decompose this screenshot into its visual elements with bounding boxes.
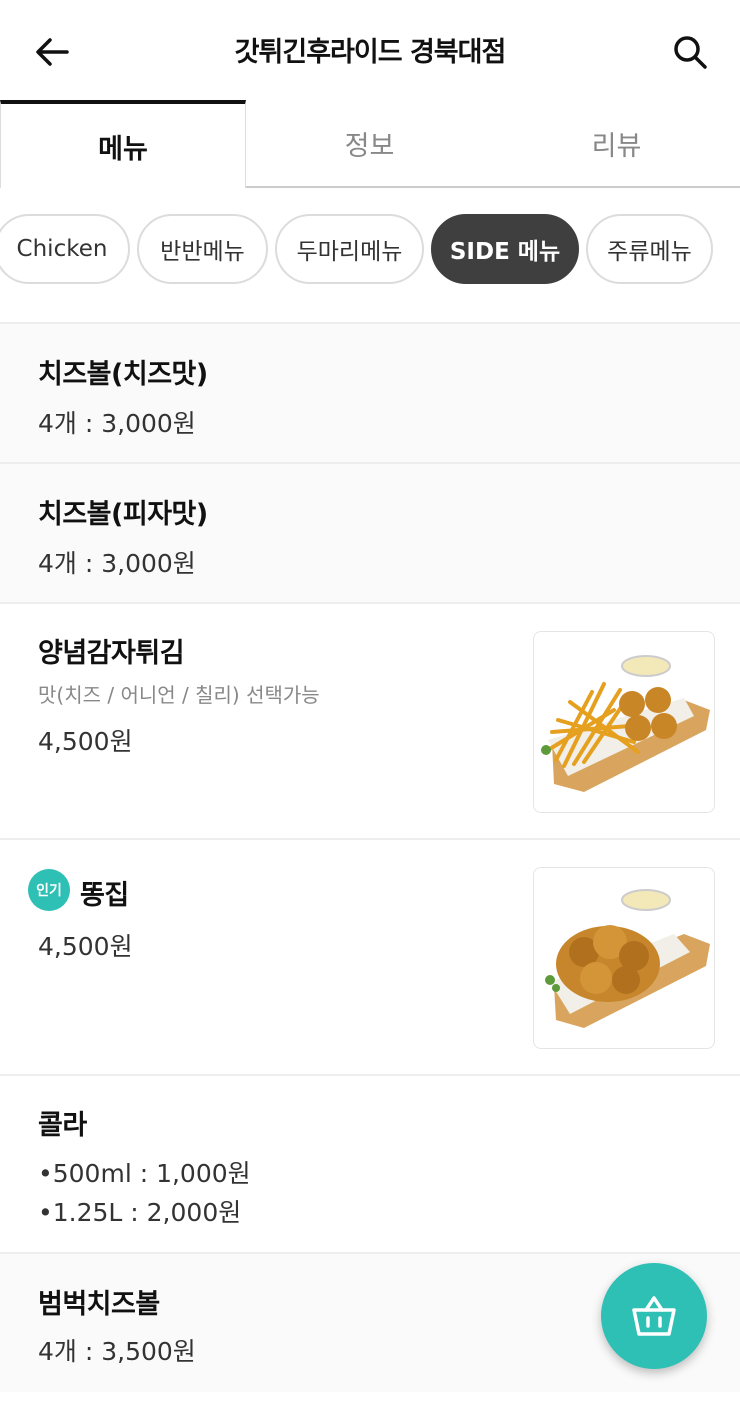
menu-item[interactable]: 콜라 •500ml : 1,000원 •1.25L : 2,000원 [0,1074,740,1252]
menu-item-price-option: •1.25L : 2,000원 [38,1198,242,1227]
fries-illustration [541,655,710,792]
menu-item-name: 치즈볼(피자맛) [38,499,208,530]
menu-item-name: 콜라 [38,1110,87,1141]
popular-badge: 인기 [28,869,70,911]
menu-item-name: 양념감자튀김 [38,638,185,669]
menu-item-price: 4개 : 3,000원 [38,409,196,438]
cart-button[interactable] [601,1263,707,1369]
menu-item-price: 4,500원 [38,727,133,756]
chip-side-menu[interactable]: SIDE 메뉴 [431,214,579,284]
gizzard-photo[interactable] [533,867,715,1049]
category-chips: Chicken 반반메뉴 두마리메뉴 SIDE 메뉴 주류메뉴 [0,214,740,286]
app-header: 갓튀긴후라이드 경북대점 [0,0,740,100]
chip-alcohol[interactable]: 주류메뉴 [586,214,713,284]
tab-reviews[interactable]: 리뷰 [493,100,740,188]
chip-two-chicken[interactable]: 두마리메뉴 [275,214,424,284]
fries-photo[interactable] [533,631,715,813]
basket-icon [632,1296,676,1336]
chip-half-half[interactable]: 반반메뉴 [137,214,268,284]
search-icon [674,36,707,69]
menu-item[interactable]: 치즈볼(피자맛) 4개 : 3,000원 [0,462,740,602]
menu-item[interactable]: 인기 똥집 4,500원 [0,838,740,1074]
chip-chicken[interactable]: Chicken [0,214,130,284]
menu-item-name: 똥집 [80,880,129,911]
tab-menu[interactable]: 메뉴 [0,100,246,188]
menu-item-price: 4개 : 3,000원 [38,549,196,578]
menu-item-name: 범벅치즈볼 [38,1289,160,1320]
menu-item-price: 4개 : 3,500원 [38,1337,196,1366]
menu-item-price: 4,500원 [38,932,133,961]
tab-bar: 메뉴 정보 리뷰 [0,100,740,188]
tab-info[interactable]: 정보 [246,100,493,188]
gizzard-illustration [545,889,710,1028]
page-title: 갓튀긴후라이드 경북대점 [234,37,507,68]
menu-item[interactable]: 양념감자튀김 맛(치즈 / 어니언 / 칠리) 선택가능 4,500원 [0,602,740,838]
menu-item-price-option: •500ml : 1,000원 [38,1159,251,1188]
menu-item[interactable]: 치즈볼(치즈맛) 4개 : 3,000원 [0,322,740,462]
menu-item-description: 맛(치즈 / 어니언 / 칠리) 선택가능 [38,683,320,707]
menu-item-name: 치즈볼(치즈맛) [38,359,208,390]
search-button[interactable] [666,28,714,76]
